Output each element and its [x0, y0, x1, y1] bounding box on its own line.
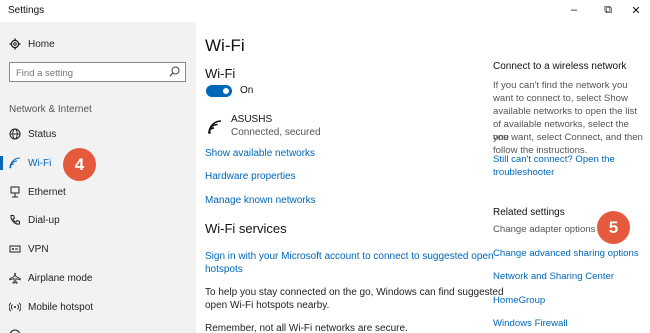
- sidebar-item-label: Ethernet: [28, 186, 66, 198]
- advanced-sharing-link[interactable]: Change advanced sharing options: [493, 247, 639, 260]
- vpn-icon: [9, 243, 21, 255]
- help-text-continued: open Wi-Fi hotspots nearby.: [205, 300, 330, 311]
- sidebar-item-label: Wi-Fi: [28, 157, 52, 169]
- search-input-box[interactable]: [9, 62, 186, 83]
- windows-firewall-link[interactable]: Windows Firewall: [493, 317, 568, 330]
- network-sharing-center-link[interactable]: Network and Sharing Center: [493, 270, 614, 283]
- signin-link[interactable]: Sign in with your Microsoft account to c…: [205, 250, 494, 263]
- restore-icon: ⧉: [604, 3, 612, 16]
- sidebar-item-proxy[interactable]: [0, 323, 196, 333]
- sidebar-item-home[interactable]: Home: [0, 32, 196, 56]
- sidebar-item-vpn[interactable]: VPN: [0, 237, 196, 261]
- sidebar-item-mobile-hotspot[interactable]: Mobile hotspot: [0, 295, 196, 319]
- sidebar-item-airplane[interactable]: Airplane mode: [0, 266, 196, 290]
- ethernet-icon: [9, 186, 21, 198]
- help-text: To help you stay connected on the go, Wi…: [205, 287, 504, 298]
- window-title: Settings: [8, 5, 45, 16]
- remember-text: Remember, not all Wi-Fi networks are sec…: [205, 323, 408, 333]
- signin-link-continued[interactable]: hotspots: [205, 263, 243, 276]
- globe-icon: [9, 128, 21, 140]
- sidebar-item-dialup[interactable]: Dial-up: [0, 208, 196, 232]
- gear-icon: [9, 38, 21, 50]
- airplane-icon: [9, 272, 21, 284]
- sidebar-item-wifi[interactable]: Wi-Fi: [0, 151, 196, 175]
- search-input[interactable]: [10, 64, 160, 83]
- related-settings-heading: Related settings: [493, 207, 565, 218]
- services-heading: Wi-Fi services: [205, 221, 287, 236]
- page-title: Wi-Fi: [205, 36, 245, 55]
- connect-text-line: If you can't find the network you: [493, 80, 628, 91]
- show-networks-link[interactable]: Show available networks: [205, 147, 315, 160]
- sidebar-item-ethernet[interactable]: Ethernet: [0, 180, 196, 204]
- homegroup-link[interactable]: HomeGroup: [493, 294, 545, 307]
- network-status: Connected, secured: [231, 127, 321, 138]
- sidebar-item-label: Airplane mode: [28, 272, 93, 284]
- wifi-toggle[interactable]: [206, 85, 232, 97]
- sidebar-item-label: Mobile hotspot: [28, 301, 94, 313]
- network-name: ASUSHS: [231, 114, 273, 125]
- sidebar-item-label: Home: [28, 38, 55, 50]
- connect-text-line: want to connect to, select Show: [493, 93, 628, 104]
- toggle-knob: [223, 88, 229, 94]
- toggle-label: On: [240, 85, 254, 96]
- active-indicator: [0, 156, 3, 170]
- hotspot-icon: [9, 301, 21, 313]
- minimize-button[interactable]: –: [560, 2, 588, 18]
- connect-text-line: available networks to open the list: [493, 106, 637, 117]
- troubleshooter-link[interactable]: Still can't connect? Open the: [493, 153, 615, 166]
- close-icon: ✕: [631, 4, 641, 17]
- sidebar-item-status[interactable]: Status: [0, 122, 196, 146]
- step-badge-5: 5: [597, 211, 630, 244]
- sidebar-item-label: Status: [28, 128, 57, 140]
- search-icon: [169, 66, 180, 77]
- close-button[interactable]: ✕: [622, 2, 650, 18]
- wifi-icon: [9, 157, 21, 169]
- change-adapter-link[interactable]: Change adapter options: [493, 224, 595, 235]
- right-panel: Connect to a wireless network If you can…: [493, 22, 645, 333]
- manage-networks-link[interactable]: Manage known networks: [205, 194, 316, 207]
- globe-icon: [9, 329, 21, 333]
- wifi-heading: Wi-Fi: [205, 66, 236, 81]
- title-bar: Settings – ⧉ ✕: [0, 0, 650, 22]
- phone-icon: [9, 214, 21, 226]
- sidebar: Home Network & Internet Status Wi-Fi Eth…: [0, 22, 196, 333]
- connect-text-line: you want, select Connect, and then: [493, 132, 643, 143]
- step-badge-4: 4: [63, 148, 96, 181]
- connect-heading: Connect to a wireless network: [493, 61, 627, 72]
- troubleshooter-link-continued[interactable]: troubleshooter: [493, 166, 554, 179]
- hardware-properties-link[interactable]: Hardware properties: [205, 170, 296, 183]
- minimize-icon: –: [570, 4, 578, 16]
- sidebar-item-label: VPN: [28, 243, 49, 255]
- sidebar-item-label: Dial-up: [28, 214, 60, 226]
- section-label: Network & Internet: [9, 104, 92, 115]
- maximize-button[interactable]: ⧉: [594, 2, 622, 18]
- wifi-signal-icon: [208, 120, 222, 134]
